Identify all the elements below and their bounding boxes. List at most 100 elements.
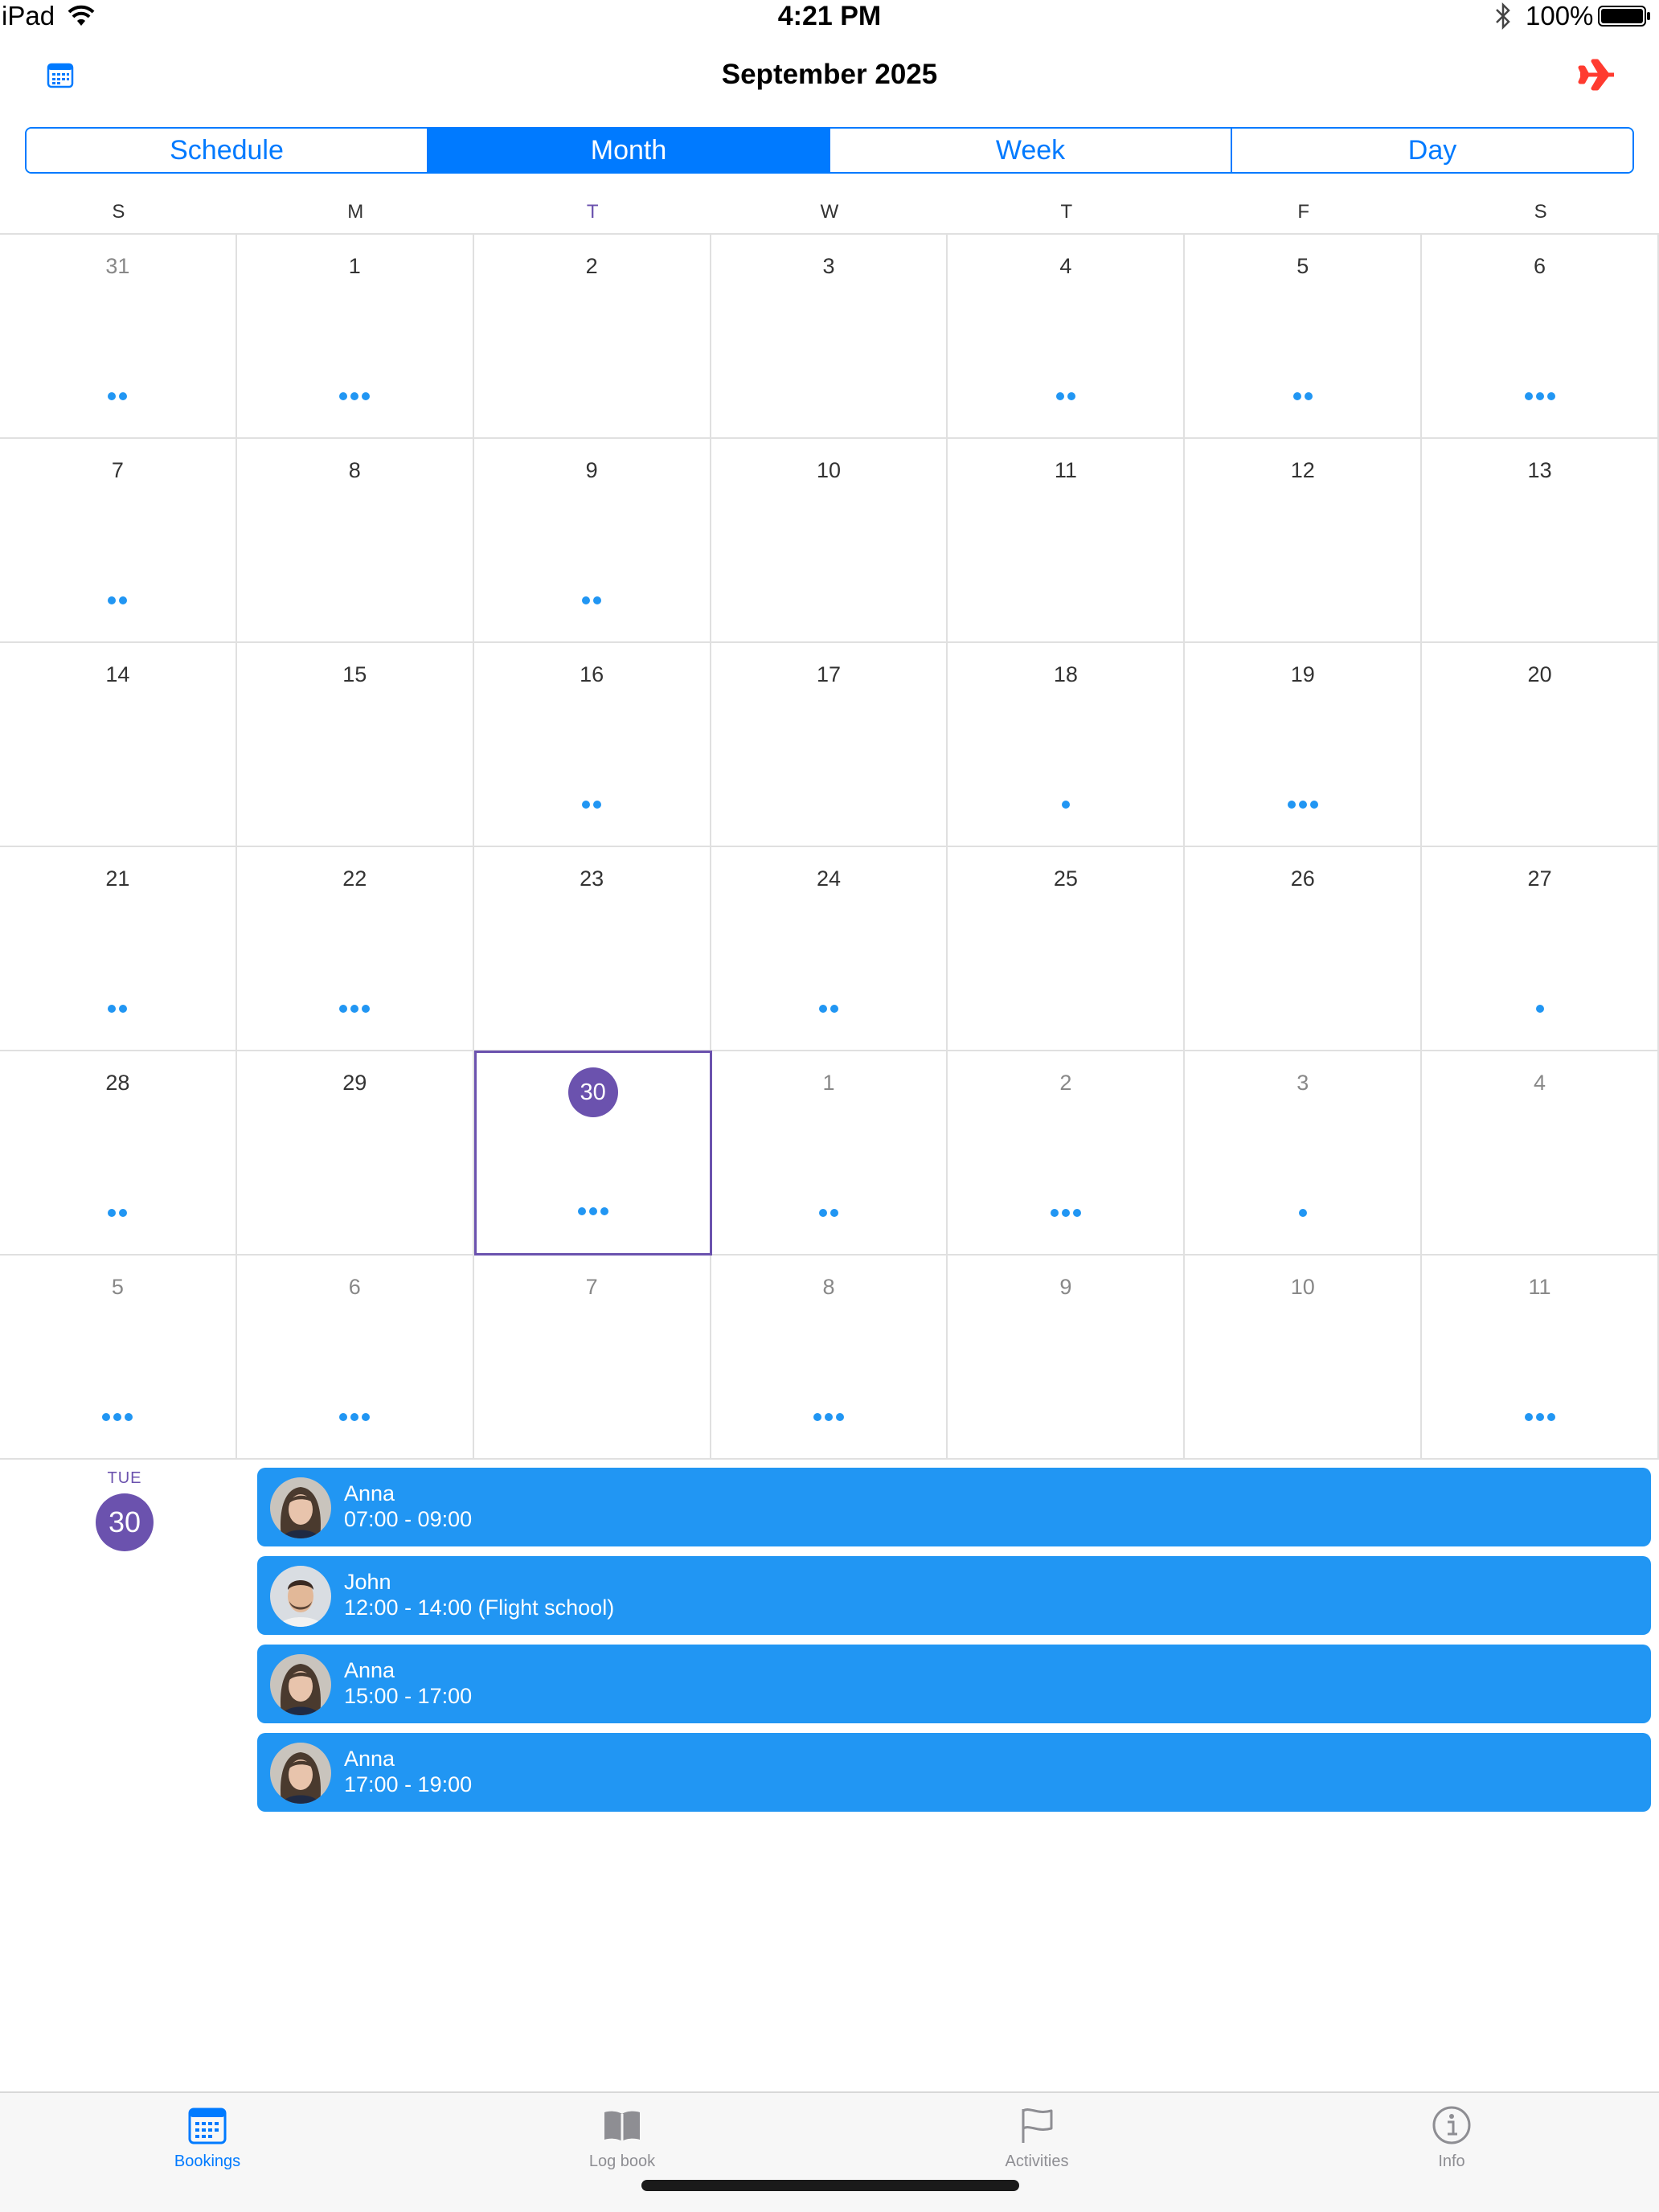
- tab-log-book[interactable]: Log book: [542, 2104, 703, 2172]
- day-number: 19: [1290, 662, 1315, 686]
- event-dot: [1524, 1413, 1533, 1421]
- segment-schedule[interactable]: Schedule: [27, 129, 427, 172]
- calendar-day[interactable]: 17: [711, 643, 948, 847]
- event-dot: [1072, 1209, 1081, 1217]
- calendar-day[interactable]: 5: [0, 1256, 237, 1460]
- event-dot: [1546, 1413, 1555, 1421]
- day-number: 1: [822, 1071, 835, 1095]
- weekday-header: S M T W T F S: [0, 199, 1659, 233]
- calendar-day[interactable]: 29: [236, 1051, 474, 1256]
- event-dot: [108, 1005, 117, 1013]
- weekday-label: W: [820, 201, 839, 223]
- calendar-day[interactable]: 1: [236, 235, 474, 439]
- tab-activities[interactable]: Activities: [956, 2104, 1117, 2172]
- day-number: 23: [580, 866, 604, 891]
- status-bar: iPad 4:21 PM 100%: [0, 0, 1659, 35]
- calendar-day[interactable]: 19: [1185, 643, 1423, 847]
- day-number: 2: [585, 254, 598, 278]
- calendar-day[interactable]: 11: [1422, 1256, 1659, 1460]
- tab-bookings[interactable]: Bookings: [127, 2104, 288, 2172]
- booking-item[interactable]: John 12:00 - 14:00 (Flight school): [257, 1556, 1651, 1635]
- day-number: 16: [580, 662, 604, 686]
- calendar-day[interactable]: 28: [0, 1051, 237, 1256]
- calendar-day[interactable]: 15: [236, 643, 474, 847]
- calendar-day[interactable]: 10: [711, 439, 948, 643]
- segment-week[interactable]: Week: [829, 129, 1231, 172]
- calendar-day[interactable]: 3: [711, 235, 948, 439]
- segment-day[interactable]: Day: [1231, 129, 1632, 172]
- weekday-label: S: [112, 201, 125, 223]
- booking-item[interactable]: Anna 07:00 - 09:00: [257, 1468, 1651, 1546]
- tab-label: Log book: [588, 2153, 656, 2170]
- calendar-day[interactable]: 21: [0, 847, 237, 1051]
- calendar-day[interactable]: 7: [473, 1256, 711, 1460]
- calendar-day[interactable]: 26: [1185, 847, 1423, 1051]
- calendar-day[interactable]: 2: [948, 1051, 1186, 1256]
- calendar-day[interactable]: 24: [711, 847, 948, 1051]
- calendar-day[interactable]: 16: [473, 643, 711, 847]
- calendar-day[interactable]: 4: [948, 235, 1186, 439]
- event-dots: [474, 596, 710, 606]
- calendar-day[interactable]: 18: [948, 643, 1186, 847]
- event-dot: [830, 1005, 838, 1013]
- calendar-day[interactable]: 9: [948, 1256, 1186, 1460]
- event-dot: [1304, 392, 1313, 400]
- event-dots: [474, 801, 710, 810]
- calendar-day[interactable]: 7: [0, 439, 237, 643]
- day-number: 11: [1528, 1275, 1551, 1299]
- booking-item[interactable]: Anna 17:00 - 19:00: [257, 1733, 1651, 1812]
- tab-info[interactable]: Info: [1371, 2104, 1532, 2172]
- airplane-icon[interactable]: [1577, 56, 1617, 93]
- calendar-day[interactable]: 11: [948, 439, 1186, 643]
- agenda-day-header: TUE 30: [80, 1468, 169, 1551]
- day-number: 10: [1290, 1275, 1315, 1299]
- calendar-day[interactable]: 6: [236, 1256, 474, 1460]
- calendar-day[interactable]: 25: [948, 847, 1186, 1051]
- event-dot: [362, 1413, 371, 1421]
- calendar-day[interactable]: 8: [711, 1256, 948, 1460]
- calendar-day[interactable]: 12: [1185, 439, 1423, 643]
- day-number: 30: [567, 1067, 618, 1117]
- avatar: [270, 1477, 331, 1538]
- calendar-day[interactable]: 3: [1185, 1051, 1423, 1256]
- calendar-day[interactable]: 31: [0, 235, 237, 439]
- calendar-day[interactable]: 10: [1185, 1256, 1423, 1460]
- calendar-day[interactable]: 9: [473, 439, 711, 643]
- view-mode-segmented-control: Schedule Month Week Day: [25, 127, 1634, 174]
- calendar-day[interactable]: 13: [1422, 439, 1659, 643]
- calendar-day[interactable]: 1: [711, 1051, 948, 1256]
- event-dot: [813, 1413, 821, 1421]
- calendar-day[interactable]: 27: [1422, 847, 1659, 1051]
- day-number: 12: [1290, 458, 1315, 482]
- calendar-day[interactable]: 20: [1422, 643, 1659, 847]
- day-number: 24: [816, 866, 842, 891]
- day-number: 5: [111, 1275, 124, 1299]
- day-number: 10: [816, 458, 842, 482]
- event-dot: [1067, 392, 1075, 400]
- day-number: 18: [1053, 662, 1078, 686]
- event-dot: [577, 1207, 586, 1215]
- calendar-day-selected[interactable]: 30: [473, 1051, 712, 1256]
- event-dot: [835, 1413, 844, 1421]
- calendar-day[interactable]: 6: [1422, 235, 1659, 439]
- event-dot: [119, 1209, 128, 1217]
- calendar-day[interactable]: 4: [1422, 1051, 1659, 1256]
- home-indicator[interactable]: [641, 2180, 1019, 2191]
- calendar-day[interactable]: 14: [0, 643, 237, 847]
- calendar-day[interactable]: 8: [236, 439, 474, 643]
- battery-icon: [1598, 6, 1650, 27]
- event-dots: [0, 596, 236, 606]
- event-dot: [1535, 1413, 1544, 1421]
- weekday-label: M: [347, 201, 364, 223]
- segment-month[interactable]: Month: [427, 129, 829, 172]
- event-dot: [1535, 392, 1544, 400]
- avatar: [270, 1566, 331, 1627]
- booking-item[interactable]: Anna 15:00 - 17:00: [257, 1645, 1651, 1723]
- day-number: 8: [822, 1275, 835, 1299]
- event-dot: [582, 596, 591, 604]
- calendar-day[interactable]: 2: [473, 235, 711, 439]
- calendar-day[interactable]: 23: [473, 847, 711, 1051]
- calendar-day[interactable]: 5: [1185, 235, 1423, 439]
- calendar-day[interactable]: 22: [236, 847, 474, 1051]
- event-dots: [948, 392, 1183, 402]
